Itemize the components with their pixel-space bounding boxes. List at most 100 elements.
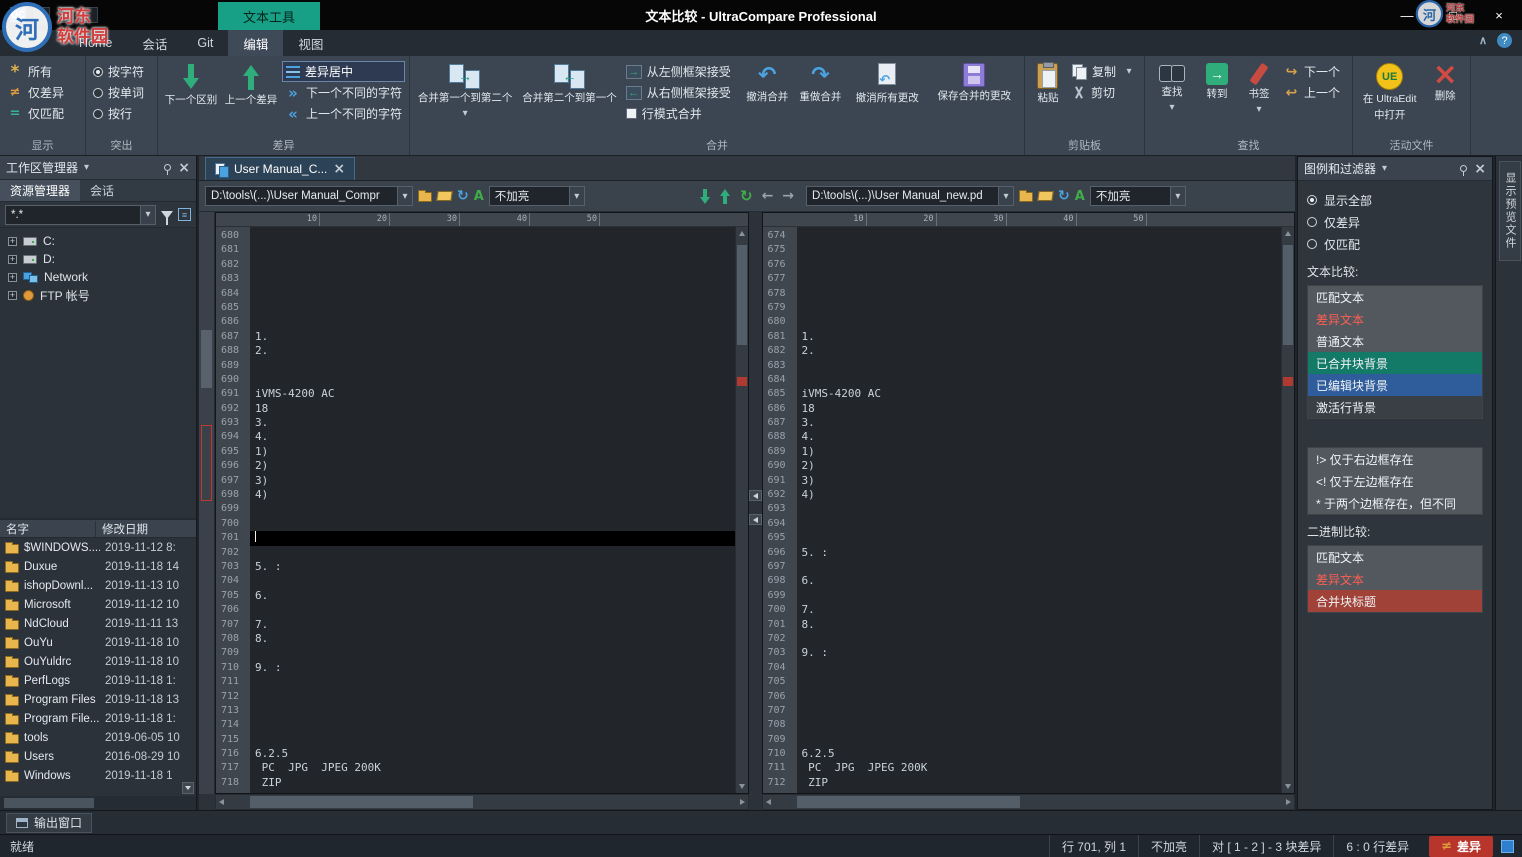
code-line[interactable] (250, 675, 735, 689)
right-highlight-mode-combobox[interactable]: 不加亮 (1090, 186, 1186, 206)
code-line[interactable]: 7. (250, 618, 735, 632)
ribbon-tab-git[interactable]: Git (182, 30, 228, 56)
font-icon[interactable] (474, 189, 484, 204)
code-line[interactable] (797, 359, 1282, 373)
sync-icon[interactable] (457, 188, 469, 204)
code-line[interactable] (797, 272, 1282, 286)
code-line[interactable]: 6.2.5 (797, 747, 1282, 761)
code-line[interactable]: 4) (797, 488, 1282, 502)
dropdown-arrow-icon[interactable] (1121, 66, 1137, 77)
left-path-combobox[interactable]: D:\tools\(...)\User Manual_Compr (205, 186, 413, 206)
next-diff-icon[interactable] (700, 188, 711, 205)
folder-icon[interactable] (418, 192, 432, 202)
code-line[interactable] (797, 229, 1282, 243)
left-arrow-icon[interactable] (762, 188, 774, 204)
code-line[interactable]: ZIP (797, 776, 1282, 790)
merge-second-to-first-button[interactable]: ← 合并第二个到第一个 (518, 61, 620, 105)
line-mode-merge-checkbox[interactable]: 行模式合并 (623, 103, 740, 124)
code-line[interactable] (250, 690, 735, 704)
file-filter-combobox[interactable]: *.* (5, 205, 156, 225)
center-diff-button[interactable]: 差异居中 (282, 61, 405, 82)
undo-all-changes-button[interactable]: 撤消所有更改 (848, 61, 927, 105)
show-match-only-button[interactable]: 仅匹配 (4, 103, 67, 124)
code-line[interactable]: 4. (250, 430, 735, 444)
redo-merge-button[interactable]: 重做合并 (795, 61, 846, 104)
left-horizontal-scrollbar[interactable] (215, 794, 749, 810)
ribbon-tab-session[interactable]: 会话 (127, 30, 182, 56)
code-line[interactable]: 18 (797, 402, 1282, 416)
code-line[interactable] (250, 531, 735, 545)
save-merged-changes-button[interactable]: 保存合并的更改 (929, 61, 1020, 103)
code-line[interactable]: 3. (797, 416, 1282, 430)
expand-icon[interactable] (8, 237, 17, 246)
close-icon[interactable] (178, 160, 190, 176)
code-line[interactable]: 2. (250, 344, 735, 358)
code-line[interactable]: 5. : (797, 546, 1282, 560)
code-line[interactable] (250, 546, 735, 560)
merge-first-to-second-button[interactable]: → 合并第一个到第二个 (414, 61, 516, 119)
collapse-ribbon-icon[interactable]: ∧ (1479, 34, 1487, 47)
ribbon-tab-edit[interactable]: 编辑 (228, 30, 283, 56)
file-list-row[interactable]: Program File...2019-11-18 1: (0, 709, 196, 728)
code-line[interactable]: 4. (797, 430, 1282, 444)
code-line[interactable]: iVMS-4200 AC (797, 387, 1282, 401)
code-line[interactable]: 1. (250, 330, 735, 344)
file-list-row[interactable]: OuYu2019-11-18 10 (0, 633, 196, 652)
ribbon-tab-view[interactable]: 视图 (283, 30, 338, 56)
maximize-button[interactable]: □ (1430, 0, 1476, 30)
overview-viewport-thumb[interactable] (201, 330, 212, 388)
code-line[interactable] (250, 287, 735, 301)
scrollbar-thumb[interactable] (250, 796, 473, 808)
paste-button[interactable]: 粘贴 (1029, 61, 1067, 105)
code-line[interactable] (250, 517, 735, 531)
code-line[interactable] (797, 589, 1282, 603)
code-line[interactable] (250, 301, 735, 315)
vertical-scrollbar[interactable] (735, 227, 748, 793)
delete-button[interactable]: 删除 (1424, 61, 1466, 103)
code-line[interactable]: 4) (250, 488, 735, 502)
dropdown-arrow-icon[interactable] (569, 187, 584, 205)
quick-access-icon[interactable] (58, 7, 74, 23)
file-list-row[interactable]: PerfLogs2019-11-18 1: (0, 671, 196, 690)
code-line[interactable]: 1) (250, 445, 735, 459)
output-window-button[interactable]: 输出窗口 (6, 813, 92, 833)
code-line[interactable] (797, 301, 1282, 315)
filter-match-only-radio[interactable]: 仅匹配 (1307, 233, 1483, 255)
code-line[interactable] (250, 574, 735, 588)
right-path-combobox[interactable]: D:\tools\(...)\User Manual_new.pd (806, 186, 1014, 206)
code-line[interactable] (797, 690, 1282, 704)
file-list-row[interactable]: Program Files2019-11-18 13 (0, 690, 196, 709)
close-tab-icon[interactable] (333, 161, 345, 177)
code-line[interactable]: iVMS-4200 AC (250, 387, 735, 401)
code-line[interactable] (797, 661, 1282, 675)
code-line[interactable] (250, 243, 735, 257)
column-header-date[interactable]: 修改日期 (96, 521, 196, 537)
preview-files-vertical-tab[interactable]: 显示预览文件 (1499, 161, 1521, 261)
code-line[interactable] (250, 359, 735, 373)
dropdown-arrow-icon[interactable] (140, 206, 155, 224)
filter-show-all-radio[interactable]: 显示全部 (1307, 189, 1483, 211)
scroll-down-button[interactable] (182, 782, 194, 794)
code-line[interactable] (250, 704, 735, 718)
dropdown-arrow-icon[interactable] (397, 187, 412, 205)
find-prev-button[interactable]: 上一个 (1281, 82, 1343, 103)
copy-button[interactable]: 复制 (1069, 61, 1140, 82)
code-line[interactable] (797, 502, 1282, 516)
file-list-row[interactable]: Duxue2019-11-18 14 (0, 557, 196, 576)
prev-diff-button[interactable]: 上一个差异 (222, 61, 280, 107)
code-line[interactable]: 9. : (250, 661, 735, 675)
recompare-icon[interactable] (740, 187, 753, 205)
code-line[interactable] (250, 315, 735, 329)
dropdown-arrow-icon[interactable] (1169, 102, 1174, 113)
code-line[interactable] (250, 733, 735, 747)
expand-icon[interactable] (8, 273, 17, 282)
dropdown-arrow-icon[interactable] (1170, 187, 1185, 205)
next-diff-char-button[interactable]: 下一个不同的字符 (282, 82, 405, 103)
tab-explorer[interactable]: 资源管理器 (0, 180, 80, 201)
tree-item-network[interactable]: Network (0, 268, 196, 286)
code-line[interactable] (250, 603, 735, 617)
tree-item-c-drive[interactable]: C: (0, 232, 196, 250)
vertical-scrollbar[interactable] (1281, 227, 1294, 793)
code-editor[interactable]: 1.2. iVMS-4200 AC183.4.1)2)3)4) 5. : 6. … (250, 227, 735, 793)
code-line[interactable]: 1. (797, 330, 1282, 344)
